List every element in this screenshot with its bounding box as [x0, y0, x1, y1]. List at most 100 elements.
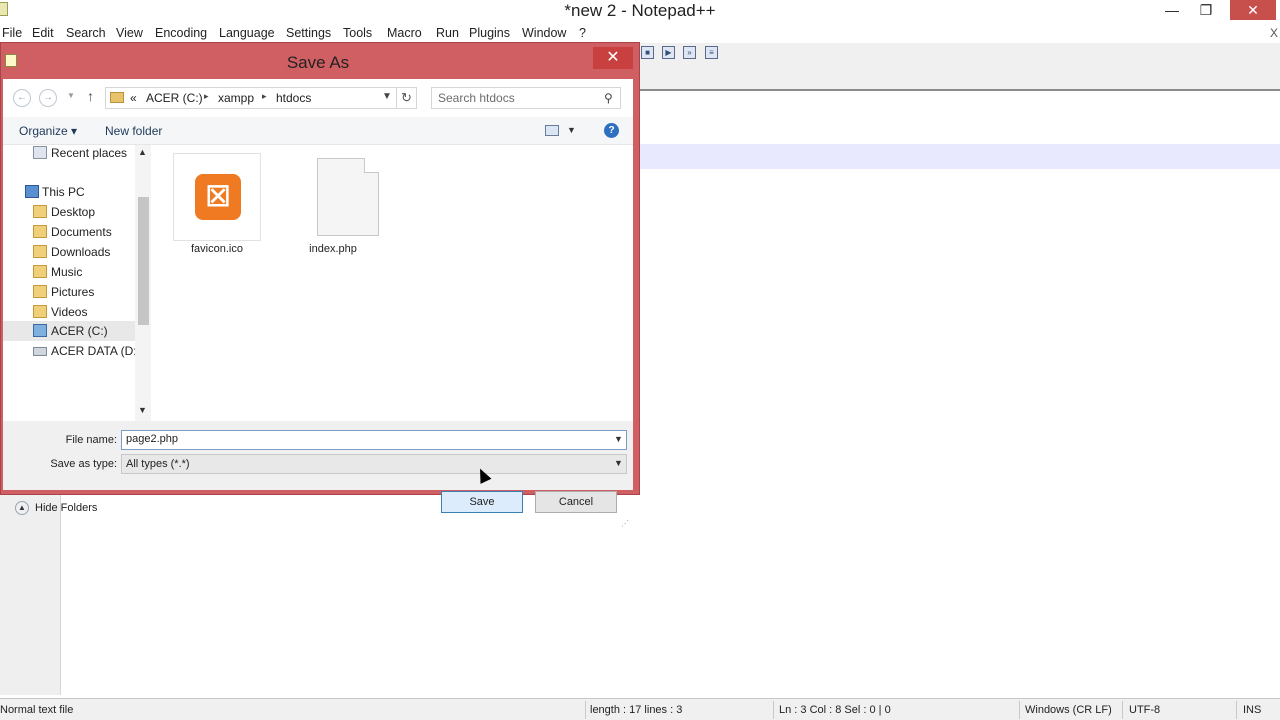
menu-view[interactable]: View: [116, 26, 143, 40]
nav-item-recent-places[interactable]: Recent places: [3, 143, 135, 163]
nav-item-acer-c[interactable]: ACER (C:): [3, 321, 135, 341]
new-folder-button[interactable]: New folder: [105, 124, 162, 138]
nav-item-label: ACER DATA (D:): [51, 344, 141, 358]
search-icon[interactable]: ⚲: [604, 91, 613, 105]
cancel-button[interactable]: Cancel: [535, 491, 617, 513]
nav-item-this-pc[interactable]: This PC: [3, 182, 135, 202]
file-list-pane: ☒ favicon.ico index.php: [151, 145, 633, 421]
window-title: *new 2 - Notepad++: [564, 1, 716, 20]
file-item-index[interactable]: index.php: [285, 153, 381, 261]
folder-icon: [33, 245, 47, 258]
file-name-label: File name:: [65, 434, 117, 446]
save-as-type-label: Save as type:: [50, 458, 117, 470]
address-row: ← → ▼ ↑ « ACER (C:) ▸ xampp ▸ htdocs ▼ ↻…: [3, 79, 633, 117]
drive-icon: [33, 347, 47, 356]
file-name-combo[interactable]: ▼: [121, 430, 627, 450]
command-bar: Organize ▾ New folder ▼ ?: [3, 117, 633, 145]
menu-language[interactable]: Language: [219, 26, 275, 40]
address-dropdown-icon[interactable]: ▼: [382, 91, 392, 102]
recent-places-icon: [33, 146, 47, 159]
chevron-down-icon[interactable]: ▼: [614, 434, 623, 444]
save-button[interactable]: Save: [441, 491, 523, 513]
folder-icon: [33, 205, 47, 218]
file-item-favicon[interactable]: ☒ favicon.ico: [169, 153, 265, 261]
breadcrumb-chevron-icon[interactable]: ▸: [204, 91, 209, 102]
menu-search[interactable]: Search: [66, 26, 106, 40]
file-name-input[interactable]: [126, 433, 606, 445]
nav-item-pictures[interactable]: Pictures: [3, 282, 135, 302]
menu-macro[interactable]: Macro: [387, 26, 422, 40]
hide-folders-label: Hide Folders: [35, 502, 98, 514]
nav-item-label: ACER (C:): [51, 324, 108, 338]
scrollbar-thumb[interactable]: [138, 197, 149, 325]
change-view-icon[interactable]: [545, 125, 559, 136]
breadcrumb-overflow[interactable]: «: [130, 91, 137, 105]
maximize-button[interactable]: ❐: [1188, 0, 1224, 20]
nav-item-label: Downloads: [51, 245, 111, 259]
stop-record-icon[interactable]: ■: [641, 46, 654, 59]
scroll-down-arrow-icon[interactable]: ▼: [138, 405, 147, 415]
nav-item-label: Documents: [51, 225, 112, 239]
nav-item-music[interactable]: Music: [3, 262, 135, 282]
menu-tools[interactable]: Tools: [343, 26, 372, 40]
file-name-label: favicon.ico: [191, 243, 243, 255]
file-thumbnail: [289, 153, 379, 241]
save-macro-icon[interactable]: ≡: [705, 46, 718, 59]
dialog-close-button[interactable]: ✕: [593, 47, 633, 69]
breadcrumb-htdocs[interactable]: htdocs: [276, 91, 311, 105]
breadcrumb-drive[interactable]: ACER (C:): [146, 91, 203, 105]
menu-help[interactable]: ?: [579, 26, 586, 40]
recent-locations-chevron-icon[interactable]: ▼: [67, 91, 75, 100]
nav-pane-scrollbar[interactable]: ▲ ▼: [135, 145, 151, 421]
play-macro-icon[interactable]: ▶: [662, 46, 675, 59]
nav-item-label: Videos: [51, 305, 88, 319]
address-bar[interactable]: « ACER (C:) ▸ xampp ▸ htdocs ▼: [105, 87, 397, 109]
close-document-button[interactable]: X: [1270, 26, 1278, 40]
menu-bar: File Edit Search View Encoding Language …: [0, 24, 1280, 43]
save-as-type-select[interactable]: All types (*.*) ▼: [121, 454, 627, 474]
file-name-label: index.php: [309, 243, 357, 255]
minimize-button[interactable]: —: [1154, 0, 1190, 20]
back-arrow-icon[interactable]: ←: [13, 89, 31, 107]
view-options-chevron-icon[interactable]: ▼: [567, 125, 576, 135]
nav-item-documents[interactable]: Documents: [3, 222, 135, 242]
dialog-body: ← → ▼ ↑ « ACER (C:) ▸ xampp ▸ htdocs ▼ ↻…: [3, 79, 633, 515]
scroll-up-arrow-icon[interactable]: ▲: [138, 147, 147, 157]
breadcrumb-chevron-icon[interactable]: ▸: [262, 91, 267, 102]
forward-arrow-icon[interactable]: →: [39, 89, 57, 107]
menu-plugins[interactable]: Plugins: [469, 26, 510, 40]
close-window-button[interactable]: ✕: [1230, 0, 1276, 20]
chevron-down-icon[interactable]: ▼: [614, 458, 623, 468]
status-encoding: UTF-8: [1129, 704, 1161, 716]
menu-window[interactable]: Window: [522, 26, 566, 40]
status-bar: Normal text file length : 17 lines : 3 L…: [0, 698, 1280, 720]
navigation-pane: Recent places This PC Desktop Documents …: [3, 145, 151, 421]
refresh-icon[interactable]: ↻: [397, 87, 417, 109]
menu-edit[interactable]: Edit: [32, 26, 54, 40]
computer-icon: [25, 185, 39, 198]
search-input[interactable]: [438, 91, 598, 105]
organize-menu-button[interactable]: Organize ▾: [19, 124, 77, 138]
folder-icon: [33, 265, 47, 278]
breadcrumb-xampp[interactable]: xampp: [218, 91, 254, 105]
nav-item-videos[interactable]: Videos: [3, 302, 135, 322]
status-separator: [1236, 701, 1237, 719]
nav-item-label: Desktop: [51, 205, 96, 219]
menu-settings[interactable]: Settings: [286, 26, 331, 40]
nav-item-label: Pictures: [51, 285, 95, 299]
menu-run[interactable]: Run: [436, 26, 459, 40]
nav-item-label: Recent places: [51, 146, 128, 160]
help-icon[interactable]: ?: [604, 123, 619, 138]
run-macro-multiple-icon[interactable]: »: [683, 46, 696, 59]
menu-encoding[interactable]: Encoding: [155, 26, 207, 40]
up-arrow-icon[interactable]: ↑: [87, 88, 94, 104]
folder-icon: [33, 305, 47, 318]
search-box[interactable]: ⚲: [431, 87, 621, 109]
resize-grip-icon[interactable]: ⋰: [621, 519, 629, 528]
menu-file[interactable]: File: [2, 26, 22, 40]
nav-item-desktop[interactable]: Desktop: [3, 202, 135, 222]
dialog-title-bar[interactable]: Save As ✕: [1, 43, 639, 81]
nav-item-acer-data-d[interactable]: ACER DATA (D:): [3, 341, 141, 361]
folder-icon: [33, 285, 47, 298]
nav-item-downloads[interactable]: Downloads: [3, 242, 135, 262]
